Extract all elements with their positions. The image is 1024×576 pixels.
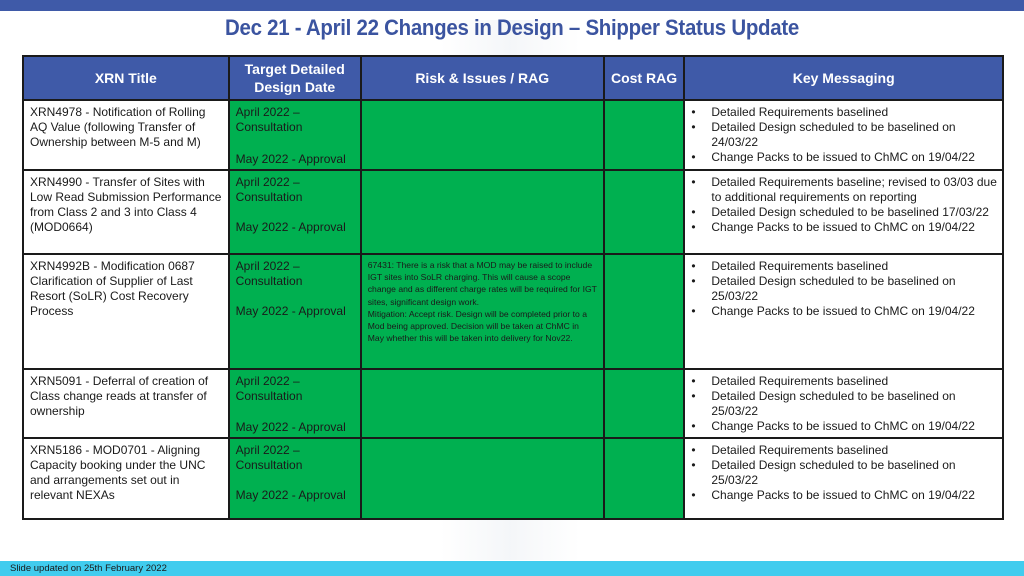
key-messaging-cell: Detailed Requirements baselined Detailed… [683,437,1004,520]
cost-rag-cell [602,99,686,171]
key-messages-list: Detailed Requirements baseline; revised … [685,171,1002,237]
risk-rag-cell [359,368,605,439]
key-message-item: Detailed Design scheduled to be baseline… [691,274,998,304]
xrn-title-text: XRN4978 - Notification of Rolling AQ Val… [30,105,206,149]
xrn-title-text: XRN5091 - Deferral of creation of Class … [30,374,209,418]
xrn-title-cell: XRN5186 - MOD0701 - Aligning Capacity bo… [22,437,230,520]
target-date-cell: April 2022 – Consultation May 2022 - App… [227,169,362,255]
key-message-item: Detailed Design scheduled to be baseline… [691,458,998,488]
key-messaging-cell: Detailed Requirements baseline; revised … [683,169,1004,255]
key-message-item: Change Packs to be issued to ChMC on 19/… [691,419,998,434]
risk-rag-cell [359,169,605,255]
table-row: XRN5186 - MOD0701 - Aligning Capacity bo… [22,437,1004,520]
table-row: XRN5091 - Deferral of creation of Class … [22,368,1004,439]
risk-rag-cell [359,437,605,520]
risk-description: 67431: There is a risk that a MOD may be… [367,260,597,307]
slide-title: Dec 21 - April 22 Changes in Design – Sh… [224,15,799,40]
target-date-cell: April 2022 – Consultation May 2022 - App… [227,99,362,171]
header-xrn-title: XRN Title [22,55,230,101]
xrn-title-text: XRN4992B - Modification 0687 Clarificati… [30,259,195,318]
key-message-item: Detailed Design scheduled to be baseline… [691,389,998,419]
key-message-item: Detailed Requirements baseline; revised … [691,175,998,205]
table-row: XRN4990 - Transfer of Sites with Low Rea… [22,169,1004,255]
xrn-title-cell: XRN5091 - Deferral of creation of Class … [22,368,230,439]
key-messaging-cell: Detailed Requirements baselined Detailed… [683,368,1004,439]
table-row: XRN4992B - Modification 0687 Clarificati… [22,253,1004,370]
date-approval: May 2022 - Approval [235,220,346,234]
risk-rag-cell: 67431: There is a risk that a MOD may be… [359,253,605,370]
key-message-item: Detailed Design scheduled to be baseline… [691,205,998,220]
header-risk: Risk & Issues / RAG [359,55,605,101]
cost-rag-cell [602,253,686,370]
header-key-messaging: Key Messaging [683,55,1004,101]
date-approval: May 2022 - Approval [235,420,346,434]
target-date-cell: April 2022 – Consultation May 2022 - App… [227,253,362,370]
target-date-cell: April 2022 – Consultation May 2022 - App… [227,437,362,520]
key-messages-list: Detailed Requirements baselined Detailed… [685,439,1002,505]
key-message-item: Detailed Requirements baselined [691,374,998,389]
key-message-item: Detailed Design scheduled to be baseline… [691,120,998,150]
key-messages-list: Detailed Requirements baselined Detailed… [685,255,1002,321]
slide-updated-note: Slide updated on 25th February 2022 [10,563,167,574]
key-message-item: Change Packs to be issued to ChMC on 19/… [691,220,998,235]
xrn-title-cell: XRN4992B - Modification 0687 Clarificati… [22,253,230,370]
key-messages-list: Detailed Requirements baselined Detailed… [685,101,1002,167]
xrn-title-text: XRN4990 - Transfer of Sites with Low Rea… [30,175,222,234]
key-message-item: Detailed Requirements baselined [691,259,998,274]
xrn-title-text: XRN5186 - MOD0701 - Aligning Capacity bo… [30,443,206,502]
date-approval: May 2022 - Approval [235,488,346,502]
key-message-item: Detailed Requirements baselined [691,105,998,120]
key-messaging-cell: Detailed Requirements baselined Detailed… [683,253,1004,370]
header-cost-rag: Cost RAG [602,55,686,101]
top-accent-band [0,0,1024,11]
date-consultation: April 2022 – Consultation [235,175,303,204]
key-message-item: Change Packs to be issued to ChMC on 19/… [691,150,998,165]
cost-rag-cell [602,437,686,520]
cost-rag-cell [602,368,686,439]
risk-mitigation: Mitigation: Accept risk. Design will be … [367,308,587,344]
cost-rag-cell [602,169,686,255]
key-messaging-cell: Detailed Requirements baselined Detailed… [683,99,1004,171]
key-messages-list: Detailed Requirements baselined Detailed… [685,370,1002,436]
date-approval: May 2022 - Approval [235,152,346,166]
key-message-item: Change Packs to be issued to ChMC on 19/… [691,488,998,503]
status-table: XRN Title Target Detailed Design Date Ri… [22,55,1004,520]
xrn-title-cell: XRN4978 - Notification of Rolling AQ Val… [22,99,230,171]
date-consultation: April 2022 – Consultation [235,105,303,134]
key-message-item: Change Packs to be issued to ChMC on 19/… [691,304,998,319]
key-message-item: Detailed Requirements baselined [691,443,998,458]
xrn-title-cell: XRN4990 - Transfer of Sites with Low Rea… [22,169,230,255]
target-date-cell: April 2022 – Consultation May 2022 - App… [227,368,362,439]
header-target-date: Target Detailed Design Date [227,55,362,101]
table-row: XRN4978 - Notification of Rolling AQ Val… [22,99,1004,171]
date-consultation: April 2022 – Consultation [235,443,303,472]
table-header-row: XRN Title Target Detailed Design Date Ri… [22,55,1004,101]
date-consultation: April 2022 – Consultation [235,374,303,403]
date-consultation: April 2022 – Consultation [235,259,303,288]
risk-rag-cell [359,99,605,171]
date-approval: May 2022 - Approval [235,304,346,318]
